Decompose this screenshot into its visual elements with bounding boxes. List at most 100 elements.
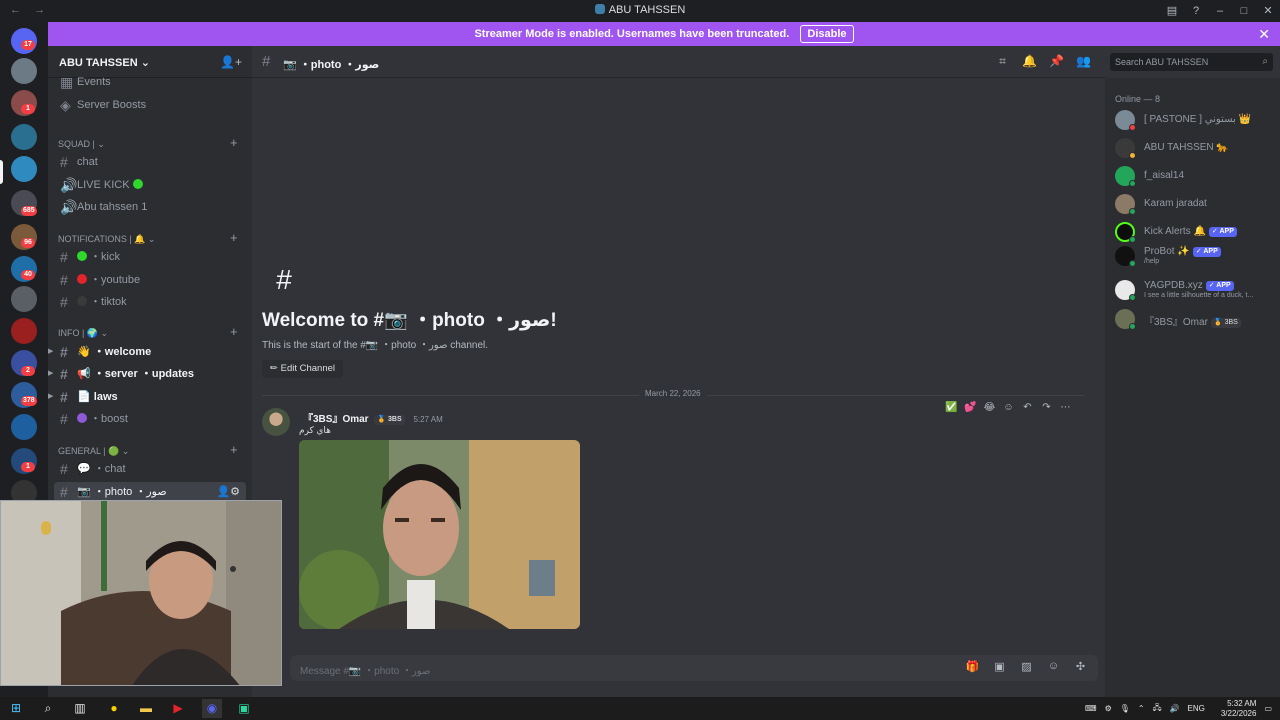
apps-icon[interactable]: ✣ [1067, 660, 1094, 673]
forward-icon[interactable]: ↷ [1037, 398, 1056, 418]
purple-circle-icon [77, 413, 87, 423]
member-item[interactable]: Kick Alerts 🔔 ✓ APP [1115, 220, 1275, 244]
settings-icon[interactable]: ⚙ [1105, 704, 1112, 713]
pin-icon[interactable]: 📌 [1043, 54, 1070, 69]
channel-boost[interactable]: # ・boost [48, 409, 252, 429]
status-online-icon [1129, 294, 1136, 301]
app-icon[interactable]: ▣ [234, 699, 254, 718]
channel-photo[interactable]: # 📷 ・photo ・صور 👤⚙ [54, 482, 246, 502]
task-view-icon[interactable]: ▥ [70, 699, 90, 718]
clock[interactable]: 5:32 AM 3/22/2026 [1213, 699, 1257, 719]
channel-live-kick[interactable]: 🔊 LIVE KICK [48, 175, 252, 195]
member-item[interactable]: f_aisal14 [1115, 164, 1275, 188]
notification-badge: 40 [21, 270, 35, 280]
sidebar-item-events[interactable]: ▦ Events [48, 72, 252, 92]
file-explorer-icon[interactable]: ▬ [136, 699, 156, 718]
member-item[interactable]: Karam jaradat [1115, 192, 1275, 216]
start-icon[interactable]: ⊞ [6, 699, 26, 718]
channel-kick[interactable]: # ・kick [48, 247, 252, 267]
language-indicator[interactable]: ENG [1188, 704, 1205, 713]
members-icon[interactable]: 👥 [1070, 54, 1097, 69]
server-icon[interactable] [11, 124, 37, 150]
add-channel-icon[interactable]: + [230, 230, 238, 245]
server-icon[interactable] [11, 156, 37, 182]
sticker-icon[interactable]: ▨ [1013, 660, 1040, 673]
guild-tag-badge[interactable]: 🏅 3BS [374, 415, 405, 425]
server-icon[interactable] [11, 318, 37, 344]
emoji-icon[interactable]: ☺ [1040, 660, 1067, 673]
channel-general-chat[interactable]: # 💬 ・chat [48, 459, 252, 479]
notification-badge: 17 [21, 40, 35, 50]
message-actions: ✅ 💕 😂 ☺ ↶ ↷ ⋯ [942, 398, 1084, 418]
notifications-icon[interactable]: ▭ [1264, 704, 1272, 713]
add-channel-icon[interactable]: + [230, 324, 238, 339]
server-icon[interactable] [11, 58, 37, 84]
channel-welcome[interactable]: ▶ # 👋 ・welcome [48, 342, 252, 362]
notification-badge: 1 [21, 462, 35, 472]
edit-channel-button[interactable]: ✏ Edit Channel [262, 360, 344, 378]
app-badge: ✓ APP [1208, 227, 1237, 237]
inbox-icon[interactable]: ▤ [1160, 0, 1184, 22]
category-squad[interactable]: Squad | ⌄ [58, 139, 105, 150]
channel-server-updates[interactable]: ▶ # 📢 ・server ・updates [48, 364, 252, 384]
search-input[interactable]: Search ABU TAHSSEN ⌕ [1110, 53, 1273, 71]
member-item[interactable]: [ PASTONE ] بستوني 👑 [1115, 108, 1275, 132]
hash-icon: # [60, 461, 68, 477]
banner-text: Streamer Mode is enabled. Usernames have… [474, 28, 790, 40]
snapchat-icon[interactable]: ● [104, 699, 124, 718]
chevron-up-icon[interactable]: ⌃ [1138, 704, 1145, 713]
bell-icon[interactable]: 🔔 [1016, 54, 1043, 69]
close-button[interactable]: ✕ [1256, 0, 1280, 22]
volume-icon[interactable]: 🔊 [1170, 704, 1180, 713]
keyboard-icon[interactable]: ⌨ [1085, 704, 1097, 713]
close-icon[interactable]: ✕ [1258, 22, 1270, 46]
message-image[interactable] [299, 440, 580, 629]
channel-chat[interactable]: # chat [48, 152, 252, 172]
add-channel-icon[interactable]: + [230, 442, 238, 457]
discord-icon[interactable]: ◉ [202, 699, 222, 718]
maximize-button[interactable]: □ [1232, 0, 1256, 22]
minimize-button[interactable]: – [1208, 0, 1232, 22]
channel-youtube[interactable]: # ・youtube [48, 270, 252, 290]
more-icon[interactable]: ⋯ [1056, 398, 1075, 418]
threads-icon[interactable]: ⌗ [989, 54, 1016, 69]
category-info[interactable]: INFO | 🌍 ⌄ [58, 328, 108, 339]
disable-button[interactable]: Disable [800, 25, 854, 43]
gif-icon[interactable]: ▣ [986, 660, 1013, 673]
server-icon[interactable] [11, 286, 37, 312]
channel-laws[interactable]: ▶ # 📄 laws [48, 387, 252, 407]
welcome-subtitle: This is the start of the #📷 ・photo ・صور … [262, 340, 489, 351]
category-notifications[interactable]: NOTIFICATIONS | 🔔 ⌄ [58, 234, 155, 245]
microphone-icon[interactable]: 🎙 [1120, 704, 1130, 713]
message-text: هاي كرم [299, 425, 331, 435]
server-icon[interactable] [11, 414, 37, 440]
avatar[interactable] [262, 408, 290, 436]
channel-tiktok[interactable]: # ・tiktok [48, 292, 252, 312]
invite-icon[interactable]: 👤+ [220, 55, 242, 69]
add-channel-icon[interactable]: + [230, 135, 238, 150]
laugh-reaction-icon[interactable]: 😂 [980, 398, 999, 418]
video-app-icon[interactable]: ▶ [168, 699, 188, 718]
hash-icon: # [262, 53, 271, 70]
member-item[interactable]: 『3BS』Omar 🏅 3BS [1115, 307, 1275, 331]
network-icon[interactable]: 🖧 [1153, 702, 1162, 716]
sidebar-item-server-boosts[interactable]: ◈ Server Boosts [48, 95, 252, 115]
message-input[interactable]: Message #📷 ・photo ・صور 🎁 ▣ ▨ ☺ ✣ [290, 655, 1098, 681]
guild-tag-badge: 🏅 3BS [1210, 318, 1241, 328]
member-item[interactable]: ABU TAHSSEN 🐆 [1115, 136, 1275, 160]
check-reaction-icon[interactable]: ✅ [942, 398, 961, 418]
gift-icon[interactable]: 🎁 [959, 660, 986, 673]
category-general[interactable]: GENERAL | 🟢 ⌄ [58, 446, 129, 457]
reply-icon[interactable]: ↶ [1018, 398, 1037, 418]
app-badge: ✓ APP [1205, 281, 1234, 291]
help-icon[interactable]: ? [1184, 0, 1208, 22]
settings-icon[interactable]: 👤⚙ [216, 482, 240, 502]
member-item[interactable]: YAGPDB.xyz ✓ APP I see a little silhouett… [1115, 278, 1275, 302]
search-icon[interactable]: ⌕ [38, 699, 58, 718]
photo-attachment-illustration [299, 440, 580, 629]
add-reaction-icon[interactable]: ☺ [999, 398, 1018, 418]
heart-reaction-icon[interactable]: 💕 [961, 398, 980, 418]
channel-abu-tahssen-1[interactable]: 🔊 Abu tahssen 1 [48, 197, 252, 217]
message-author[interactable]: 『3BS』Omar [303, 414, 369, 425]
member-item[interactable]: ProBot ✨ ✓ APP /help [1115, 244, 1275, 268]
